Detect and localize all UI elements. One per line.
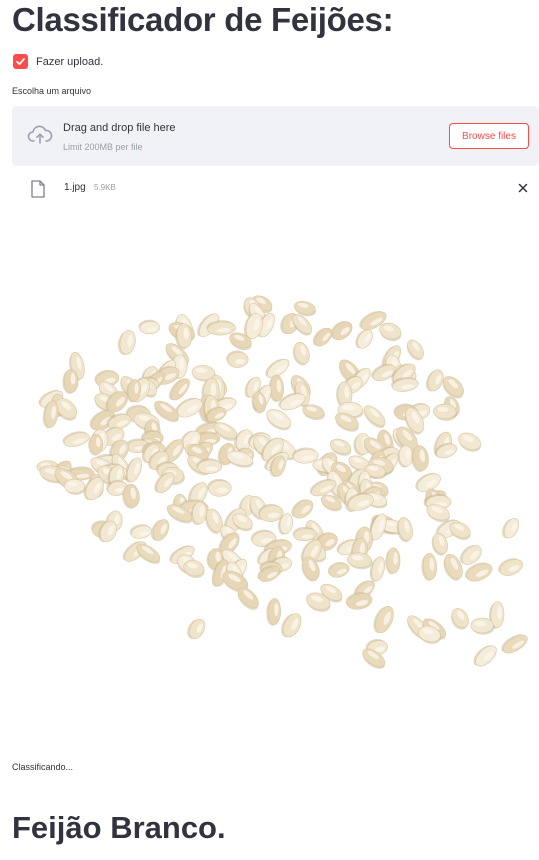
uploaded-file-name: 1.jpg [64,182,86,193]
file-uploader-label: Escolha um arquivo [12,86,92,96]
uploaded-image [12,258,539,705]
file-icon [31,180,45,198]
status-text: Classificando... [12,762,74,772]
beans-photo [36,295,528,669]
upload-toggle[interactable]: Fazer upload. [13,54,103,69]
dropzone-limit: Limit 200MB per file [63,142,143,152]
upload-checkbox[interactable] [13,54,28,69]
uploaded-file-size: 5.9KB [94,183,116,192]
upload-checkbox-label: Fazer upload. [36,55,104,68]
cloud-upload-icon [27,125,53,144]
file-dropzone[interactable]: Drag and drop file here Limit 200MB per … [12,106,539,166]
page-title: Classificador de Feijões: [12,1,394,38]
uploaded-file-row: 1.jpg 5.9KB [30,178,530,200]
browse-files-button[interactable]: Browse files [449,123,529,149]
dropzone-instructions: Drag and drop file here [63,122,176,134]
close-icon[interactable] [516,181,530,195]
check-icon [16,58,25,66]
classification-result: Feijão Branco. [12,810,226,845]
